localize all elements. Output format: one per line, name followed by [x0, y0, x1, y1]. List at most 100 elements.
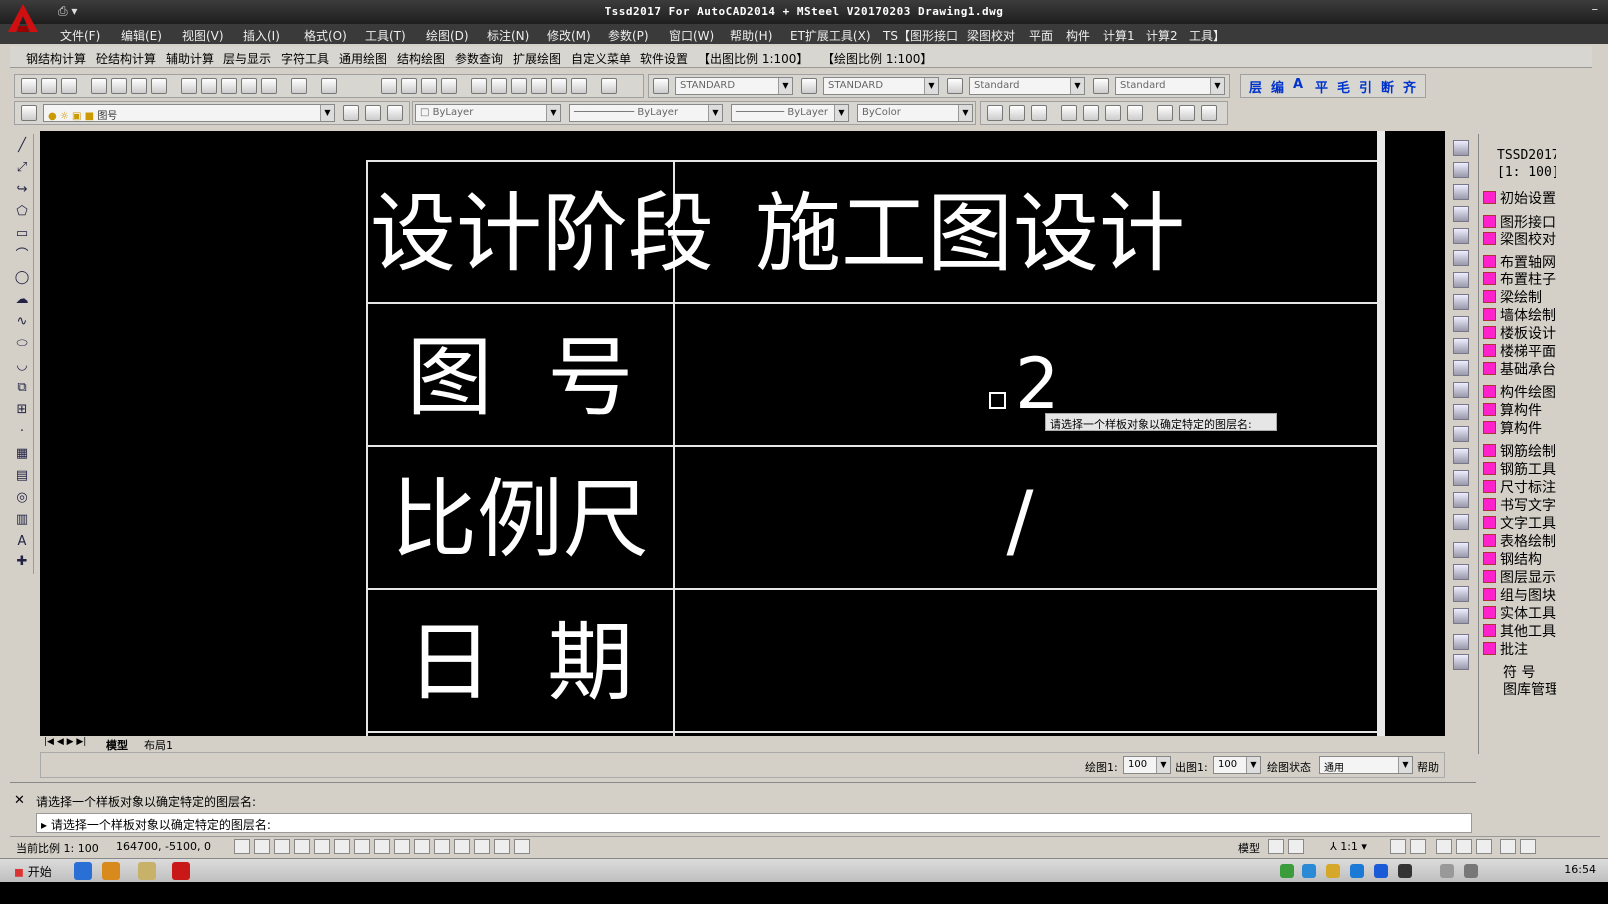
ts-help-icon[interactable]: [1157, 105, 1173, 121]
tab-model[interactable]: 模型: [106, 737, 128, 753]
menu-modify[interactable]: 修改(M): [547, 27, 591, 44]
panel-item[interactable]: 钢筋绘制: [1483, 441, 1556, 460]
layer-previous-icon[interactable]: [365, 105, 381, 121]
design-center-icon[interactable]: [491, 78, 507, 94]
panel-item[interactable]: 图形接口: [1483, 212, 1556, 231]
tray-icon[interactable]: [1326, 864, 1340, 878]
panel-item[interactable]: 书写文字: [1483, 495, 1556, 514]
tray-icon[interactable]: [1350, 864, 1364, 878]
panel-item[interactable]: 组与图块: [1483, 585, 1556, 604]
point-icon[interactable]: ·: [14, 424, 30, 440]
arc-icon[interactable]: ⌒: [14, 248, 30, 264]
panel-item[interactable]: 布置柱子: [1483, 269, 1556, 288]
clean-screen-icon[interactable]: [1520, 839, 1536, 854]
redo-icon[interactable]: [321, 78, 337, 94]
ts-tool-3-icon[interactable]: [1031, 105, 1047, 121]
ts-tool-5-icon[interactable]: [1083, 105, 1099, 121]
menu-view[interactable]: 视图(V): [182, 27, 224, 44]
mleader-style-icon[interactable]: [1093, 78, 1109, 94]
rectangle-icon[interactable]: ▭: [14, 226, 30, 242]
panel-item[interactable]: 其他工具: [1483, 621, 1556, 640]
publish-icon[interactable]: [131, 78, 147, 94]
ts-edit2-icon[interactable]: [1453, 654, 1469, 670]
hardware-accel-icon[interactable]: [1476, 839, 1492, 854]
folder-icon[interactable]: [138, 862, 156, 880]
ts-tool-7-icon[interactable]: [1127, 105, 1143, 121]
ts-struct-draw[interactable]: 结构绘图: [397, 50, 445, 67]
explode-icon[interactable]: [1453, 514, 1469, 530]
ts-settings[interactable]: 软件设置: [640, 50, 688, 67]
menu-file[interactable]: 文件(F): [60, 27, 100, 44]
table-style-select[interactable]: Standard ▼: [969, 77, 1085, 95]
quickcalc-icon[interactable]: [571, 78, 587, 94]
ts-tool-4-icon[interactable]: [1061, 105, 1077, 121]
construction-line-icon[interactable]: ⤢: [14, 160, 30, 176]
bluetooth-icon[interactable]: [1398, 864, 1412, 878]
paste-block-icon[interactable]: [241, 78, 257, 94]
layer-select[interactable]: ● ☼ ▣ ■ 图号 ▼: [43, 104, 335, 122]
break-point-icon[interactable]: [1453, 404, 1469, 420]
tool-palettes-icon[interactable]: [511, 78, 527, 94]
draw-state-select[interactable]: 通用 ▼: [1319, 756, 1413, 774]
ts-tool-9-icon[interactable]: [1201, 105, 1217, 121]
add-selected-icon[interactable]: ✚: [14, 554, 30, 570]
preview-icon[interactable]: [111, 78, 127, 94]
out-scale-select[interactable]: 100 ▼: [1213, 756, 1261, 774]
zoom-window-icon[interactable]: [421, 78, 437, 94]
ts-quick-edit[interactable]: 编: [1271, 77, 1284, 96]
menu-member[interactable]: 构件: [1066, 27, 1090, 44]
trim-icon[interactable]: [1453, 338, 1469, 354]
mleader-style-select[interactable]: Standard ▼: [1115, 77, 1225, 95]
new-icon[interactable]: [21, 78, 37, 94]
panel-item[interactable]: 布置轴网: [1483, 252, 1556, 271]
tab-nav-arrows[interactable]: |◀ ◀ ▶ ▶|: [44, 737, 86, 747]
save-icon[interactable]: [61, 78, 77, 94]
zoom-previous-icon[interactable]: [441, 78, 457, 94]
sheet-set-icon[interactable]: [531, 78, 547, 94]
media-icon[interactable]: [102, 862, 120, 880]
ts-aux-calc[interactable]: 辅助计算: [166, 50, 214, 67]
ts-tool-6-icon[interactable]: [1105, 105, 1121, 121]
panel-item[interactable]: 实体工具: [1483, 603, 1556, 622]
pan-icon[interactable]: [381, 78, 397, 94]
open-icon[interactable]: [41, 78, 57, 94]
ts-ext-draw[interactable]: 扩展绘图: [513, 50, 561, 67]
linetype-select[interactable]: ────────── ByLayer ▼: [569, 104, 723, 122]
auto-scale-icon[interactable]: [1410, 839, 1426, 854]
mtext-icon[interactable]: A: [14, 534, 30, 550]
menu-beam-check[interactable]: 梁图校对: [967, 27, 1015, 44]
ts-quick-text[interactable]: A: [1293, 77, 1303, 92]
menu-insert[interactable]: 插入(I): [243, 27, 280, 44]
ts-custom-menu[interactable]: 自定义菜单: [571, 50, 631, 67]
dyn-icon[interactable]: [414, 839, 430, 854]
panel-item[interactable]: 算构件: [1483, 400, 1556, 419]
command-input[interactable]: ▸ 请选择一个样板对象以确定特定的图层名:: [36, 813, 1472, 833]
panel-item[interactable]: 图层显示: [1483, 567, 1556, 586]
3dosnap-icon[interactable]: [354, 839, 370, 854]
layout-view-icon[interactable]: [1268, 839, 1284, 854]
panel-item[interactable]: 符 号: [1503, 662, 1556, 681]
ts-draw-scale[interactable]: 【绘图比例 1:100】: [822, 50, 932, 67]
scale-icon[interactable]: [1453, 294, 1469, 310]
offset-icon[interactable]: [1453, 206, 1469, 222]
spline-icon[interactable]: ∿: [14, 314, 30, 330]
panel-item[interactable]: 钢筋工具: [1483, 459, 1556, 478]
panel-item[interactable]: 表格绘制: [1483, 531, 1556, 550]
text-style-icon[interactable]: [653, 78, 669, 94]
word-tray-icon[interactable]: [1374, 864, 1388, 878]
panel-item[interactable]: 梁绘制: [1483, 287, 1556, 306]
layer-states-icon[interactable]: [387, 105, 403, 121]
ts-general-draw[interactable]: 通用绘图: [339, 50, 387, 67]
move-icon[interactable]: [1453, 250, 1469, 266]
ellipse-arc-icon[interactable]: ◡: [14, 358, 30, 374]
osnap-icon[interactable]: [334, 839, 350, 854]
help-button[interactable]: 帮助: [1417, 759, 1439, 775]
menu-express-tools[interactable]: ET扩展工具(X): [790, 27, 871, 44]
lock-icon[interactable]: [1456, 839, 1472, 854]
color-select[interactable]: □ ByLayer ▼: [415, 104, 561, 122]
line-icon[interactable]: ╱: [14, 138, 30, 154]
help-icon[interactable]: [601, 78, 617, 94]
ts-layer-display[interactable]: 层与显示: [223, 50, 271, 67]
am-icon[interactable]: [514, 839, 530, 854]
extend-icon[interactable]: [1453, 360, 1469, 376]
